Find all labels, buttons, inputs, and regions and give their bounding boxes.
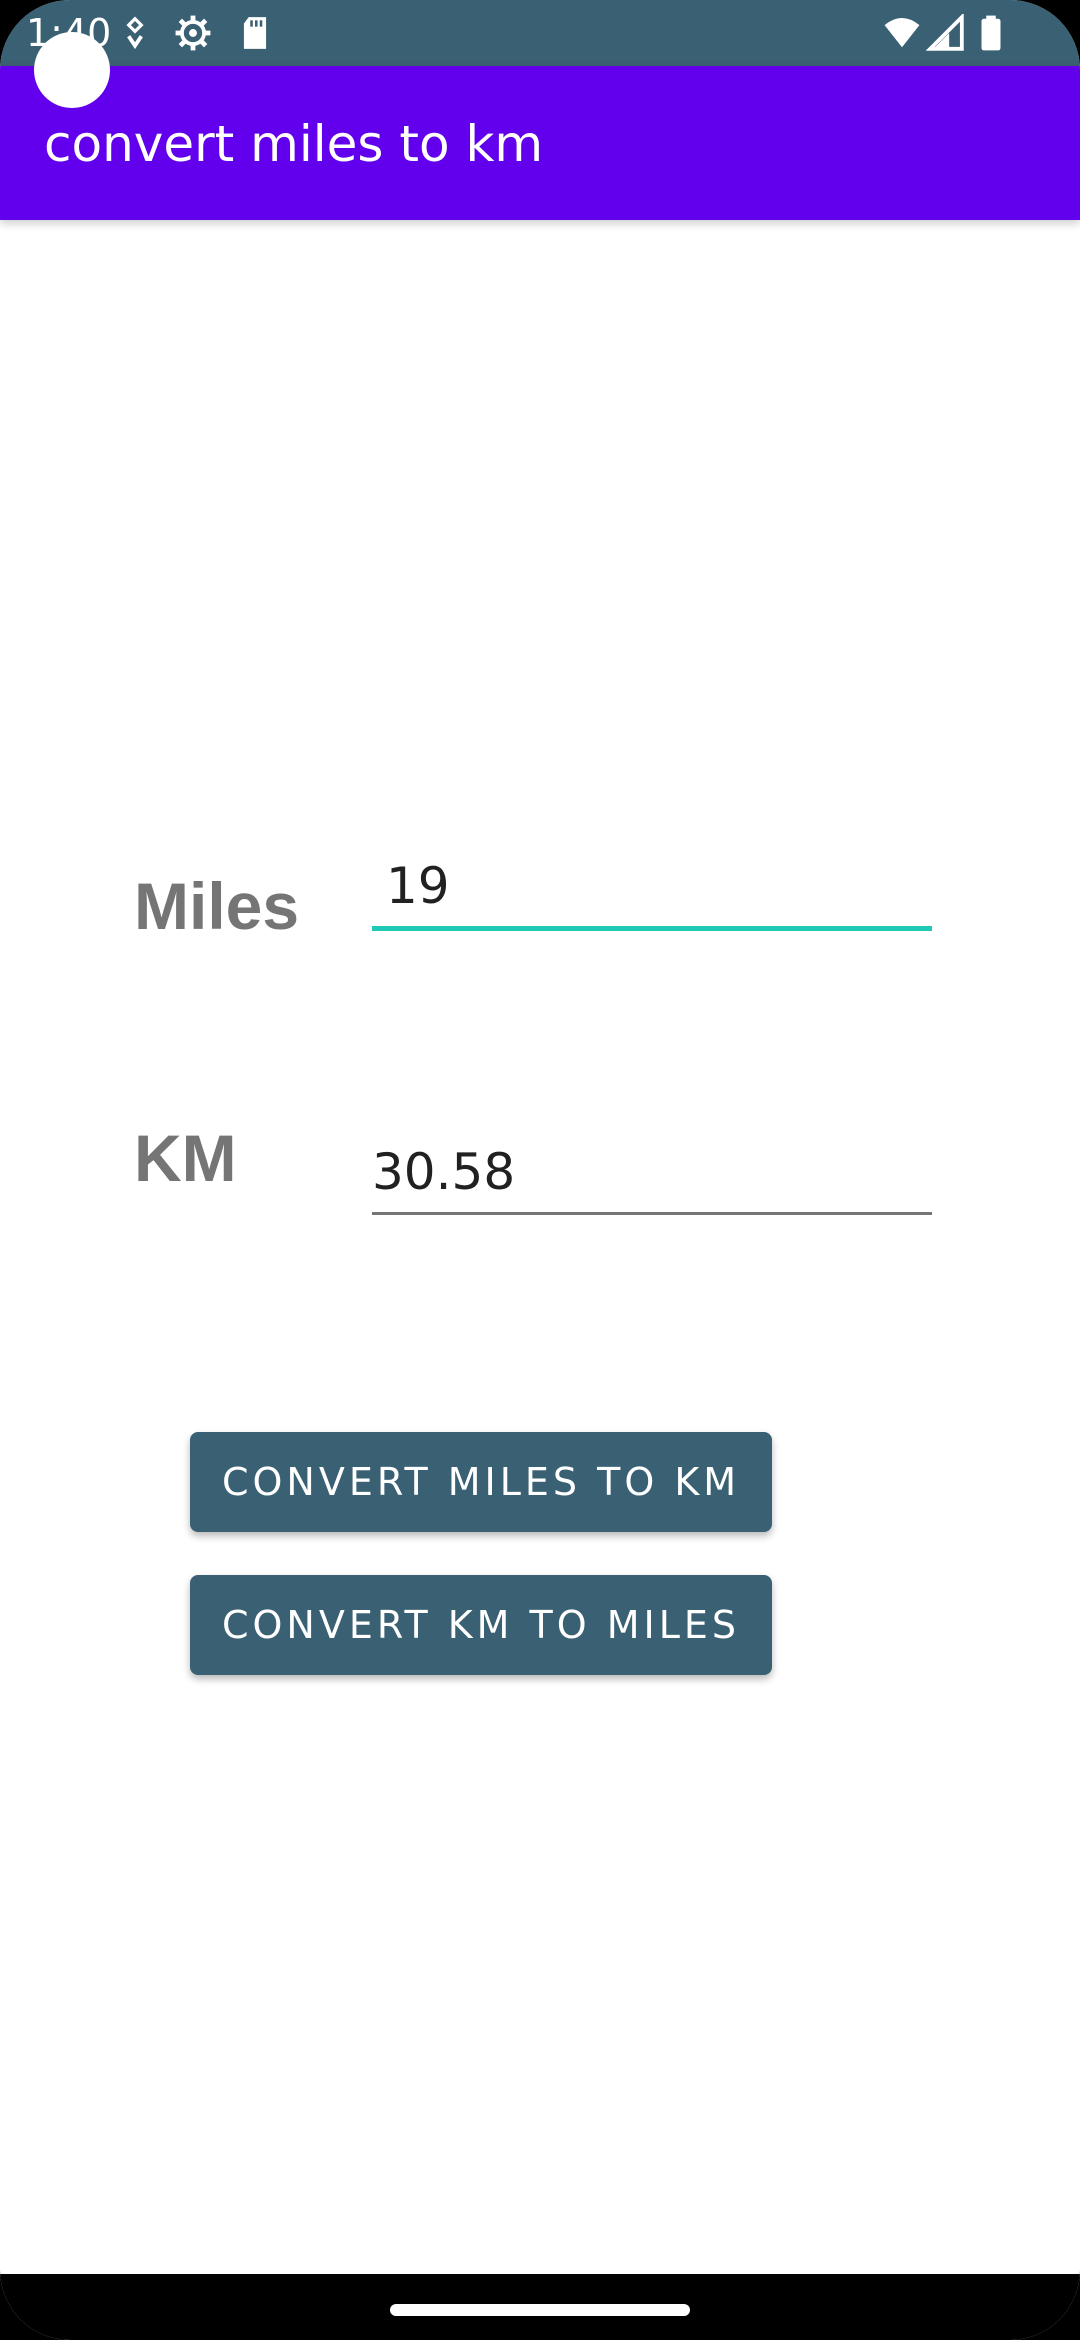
- status-bar: 1:40: [0, 0, 1080, 66]
- settings-icon: [175, 15, 211, 51]
- km-label: KM: [134, 1121, 237, 1195]
- phone-screen: 1:40: [0, 0, 1080, 2340]
- app-bar: convert miles to km: [0, 66, 1080, 220]
- miles-input[interactable]: [372, 846, 932, 931]
- notification-icon: [126, 16, 144, 50]
- km-input[interactable]: [372, 1132, 932, 1215]
- navigation-bar: [0, 2274, 1080, 2340]
- convert-miles-to-km-button[interactable]: CONVERT MILES TO KM: [190, 1432, 772, 1532]
- signal-icon: [926, 14, 964, 51]
- battery-icon: [981, 15, 1001, 51]
- camera-cutout: [34, 32, 110, 108]
- wifi-icon: [884, 17, 920, 48]
- app-title: convert miles to km: [44, 115, 544, 173]
- convert-km-to-miles-button[interactable]: CONVERT KM TO MILES: [190, 1575, 772, 1675]
- sd-card-icon: [243, 17, 267, 49]
- home-handle[interactable]: [390, 2304, 690, 2316]
- miles-label: Miles: [134, 869, 300, 943]
